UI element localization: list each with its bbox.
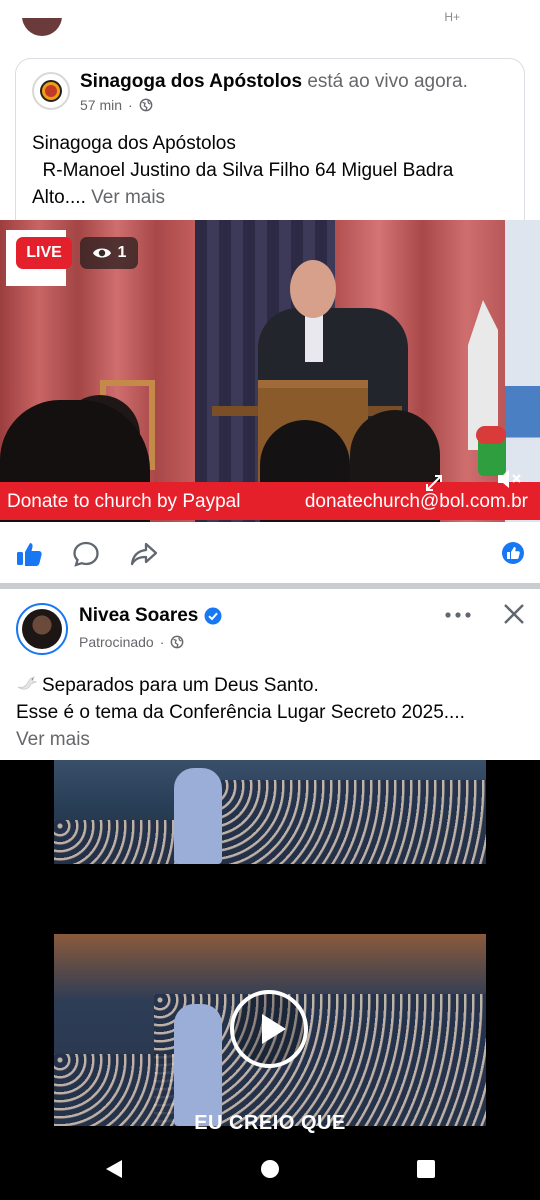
post-text-line: Esse é o tema da Conferência Lugar Secre…: [16, 702, 465, 723]
globe-icon: [139, 98, 153, 112]
post-text: Sinagoga dos Apóstolos R-Manoel Justino …: [32, 130, 512, 211]
sponsored-text: Separados para um Deus Santo. Esse é o t…: [16, 672, 526, 753]
share-icon[interactable]: [130, 540, 158, 568]
post-meta: 57 min ·: [80, 97, 153, 113]
globe-icon: [171, 635, 184, 649]
viewer-count-badge: 1: [80, 237, 138, 269]
author-name[interactable]: Nivea Soares: [79, 605, 198, 627]
donate-email: donatechurch@bol.com.br: [304, 491, 528, 512]
comment-icon[interactable]: [72, 540, 100, 568]
sponsored-meta: Patrocinado ·: [79, 634, 184, 650]
eye-icon: [92, 248, 111, 258]
dove-icon: [17, 676, 38, 690]
recent-apps-icon[interactable]: [417, 1160, 435, 1178]
home-icon[interactable]: [261, 1160, 279, 1178]
see-more-link[interactable]: Ver mais: [91, 187, 165, 208]
page-name[interactable]: Sinagoga dos Apóstolos: [80, 71, 302, 92]
post-text-line: Alto.... Ver mais: [32, 187, 166, 208]
donate-text: Donate to church by Paypal: [7, 491, 241, 512]
author-header: Nivea Soares: [79, 605, 222, 627]
live-badge: LIVE: [16, 237, 72, 269]
back-icon[interactable]: [104, 1159, 124, 1179]
page-avatar[interactable]: [32, 72, 70, 110]
viewer-count: 1: [117, 244, 127, 261]
more-options-icon[interactable]: [444, 605, 472, 625]
play-icon: [262, 1014, 286, 1044]
network-indicator: H+: [444, 10, 460, 24]
live-status: está ao vivo agora.: [307, 71, 468, 92]
post-divider: [0, 583, 540, 589]
like-icon[interactable]: [15, 540, 43, 568]
video-caption: EU CREIO QUE: [194, 1112, 346, 1134]
author-avatar[interactable]: [16, 603, 68, 655]
play-button[interactable]: [230, 990, 308, 1068]
expand-icon[interactable]: [424, 473, 444, 493]
meta-separator: ·: [128, 97, 133, 113]
sponsored-label[interactable]: Patrocinado: [79, 634, 154, 650]
donate-banner: Donate to church by Paypal donatechurch@…: [0, 482, 540, 520]
close-icon[interactable]: [502, 602, 526, 626]
post-text-line: R-Manoel Justino da Silva Filho 64 Migue…: [32, 160, 454, 181]
previous-post-avatar: [22, 18, 62, 38]
verified-badge-icon: [204, 607, 222, 625]
like-reaction-icon[interactable]: [502, 542, 524, 564]
post-text-line: Sinagoga dos Apóstolos: [32, 133, 236, 154]
see-more-link[interactable]: Ver mais: [16, 726, 526, 753]
post-text-line: Separados para um Deus Santo.: [16, 672, 526, 699]
mute-icon[interactable]: [496, 467, 522, 491]
meta-separator: ·: [159, 634, 165, 650]
post-time[interactable]: 57 min: [80, 97, 122, 113]
live-post-title: Sinagoga dos Apóstolos está ao vivo agor…: [80, 70, 468, 94]
sponsored-video[interactable]: [0, 760, 540, 1155]
